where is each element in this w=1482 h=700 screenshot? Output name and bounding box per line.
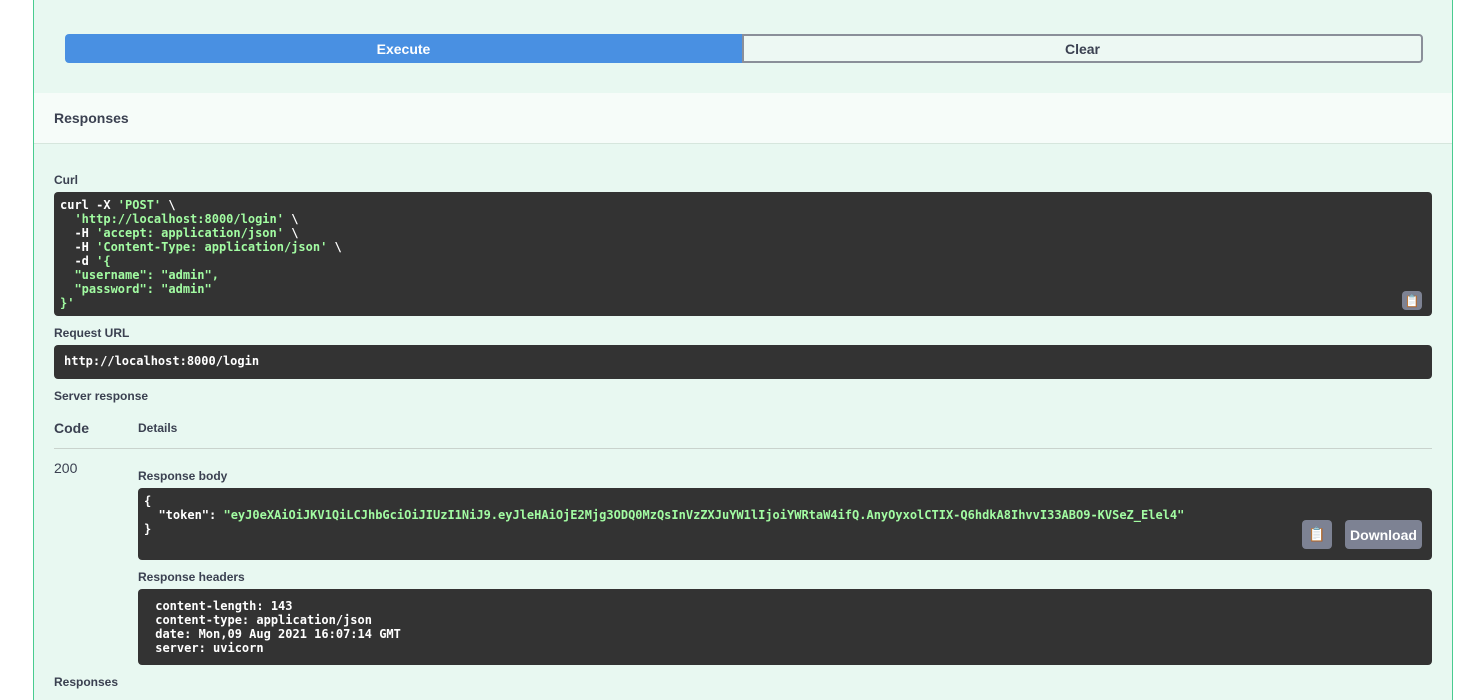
divider (54, 448, 1432, 449)
execute-button[interactable]: Execute (65, 34, 742, 63)
download-button[interactable]: Download (1345, 520, 1422, 549)
details-header: Details (138, 421, 178, 435)
request-url-value: http://localhost:8000/login (54, 345, 1432, 379)
responses-header: Responses (34, 93, 1452, 144)
response-body-label: Response body (138, 469, 228, 483)
curl-code[interactable]: curl -X 'POST' \ 'http://localhost:8000/… (54, 192, 1432, 316)
operation-panel: Execute Clear Responses Curl curl -X 'PO… (33, 0, 1453, 700)
response-headers: content-length: 143 content-type: applic… (138, 589, 1432, 665)
request-url-label: Request URL (54, 326, 130, 340)
curl-label: Curl (54, 173, 78, 187)
clear-button[interactable]: Clear (742, 34, 1423, 63)
response-headers-label: Response headers (138, 570, 245, 584)
status-code: 200 (54, 460, 78, 476)
server-response-label: Server response (54, 389, 149, 403)
copy-body-icon[interactable]: 📋 (1302, 520, 1332, 549)
code-header: Code (54, 420, 89, 436)
execute-wrapper: Execute Clear (65, 34, 1423, 63)
responses-footer-label: Responses (54, 675, 119, 689)
copy-curl-icon[interactable]: 📋 (1402, 291, 1422, 310)
response-body[interactable]: { "token": "eyJ0eXAiOiJKV1QiLCJhbGciOiJI… (138, 488, 1432, 560)
